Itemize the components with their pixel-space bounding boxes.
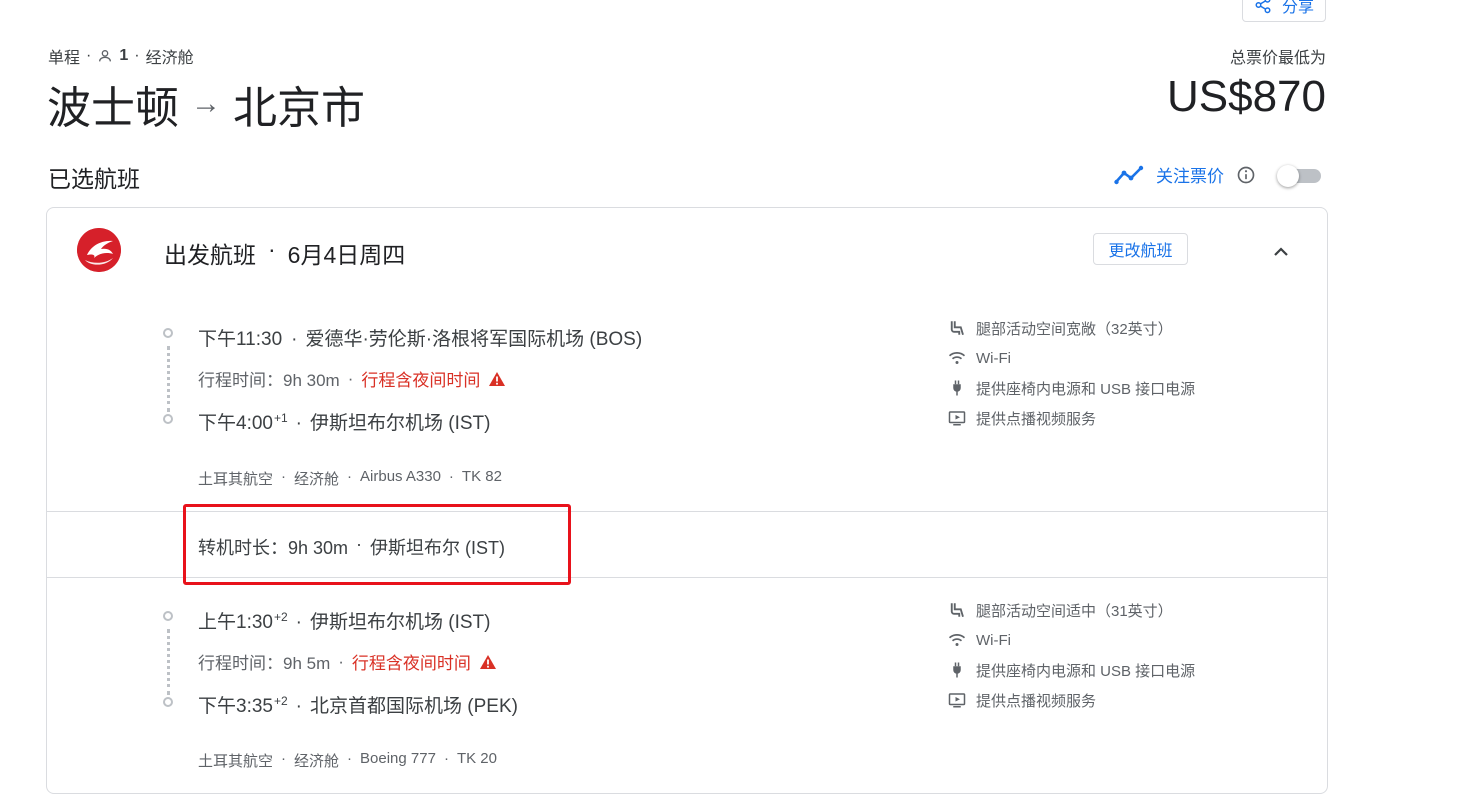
flight-details: 土耳其航空 · 经济舱 · Airbus A330 · TK 82 [198, 468, 502, 488]
amenity-power: 提供座椅内电源和 USB 接口电源 [948, 373, 1195, 403]
arrival-airport: 北京首都国际机场 (PEK) [310, 696, 518, 717]
timeline-dots [167, 346, 172, 412]
amenity-video: 提供点播视频服务 [948, 685, 1195, 715]
video-icon [948, 691, 966, 709]
arrival-airport: 伊斯坦布尔机场 (IST) [310, 413, 491, 434]
flight-number: TK 20 [456, 750, 497, 767]
warning-icon [479, 654, 497, 670]
cabin: 经济舱 [294, 471, 340, 488]
power-icon [948, 661, 966, 679]
passenger-count: 1 [119, 47, 129, 64]
flight-number: TK 82 [461, 468, 502, 485]
legroom-icon [948, 601, 966, 619]
trip-type: 单程 [48, 50, 81, 67]
departure-airport: 爱德华·劳伦斯·洛根将军国际机场 (BOS) [305, 329, 643, 350]
toggle-knob [1277, 165, 1299, 187]
wifi-icon [948, 349, 966, 367]
amenity-legroom: 腿部活动空间适中（31英寸） [948, 595, 1195, 625]
overnight-warning: 行程含夜间时间 [361, 371, 481, 390]
chevron-up-icon[interactable] [1269, 240, 1293, 264]
video-icon [948, 409, 966, 427]
track-prices-toggle[interactable] [1277, 165, 1323, 187]
route-title: 波士顿 → 北京市 [47, 72, 365, 136]
arrival-time: 下午3:35+2 [198, 693, 288, 717]
departure-airport: 伊斯坦布尔机场 (IST) [310, 612, 491, 633]
warning-icon [488, 371, 506, 387]
departure-time: 上午1:30+2 [198, 609, 288, 633]
share-label: 分享 [1281, 0, 1314, 16]
flight-details: 土耳其航空 · 经济舱 · Boeing 777 · TK 20 [198, 750, 497, 770]
amenity-legroom: 腿部活动空间宽敞（32英寸） [948, 313, 1195, 343]
departure-header: 出发航班 · 6月4日周四 [164, 236, 406, 268]
arrow-right-icon: → [191, 87, 221, 120]
airline: 土耳其航空 [198, 471, 274, 488]
price-label: 总票价最低为 [1229, 50, 1326, 67]
amenity-wifi: Wi-Fi [948, 625, 1195, 655]
track-prices[interactable]: 关注票价 [1114, 162, 1256, 187]
share-icon [1254, 0, 1272, 14]
travel-duration: 行程时间：9h 30m · 行程含夜间时间 [198, 366, 506, 391]
arrival-time: 下午4:00+1 [198, 410, 288, 434]
total-price: US$870 [1166, 72, 1326, 121]
timeline-dots [167, 629, 172, 695]
departure-title: 出发航班 [164, 242, 256, 268]
amenity-video: 提供点播视频服务 [948, 403, 1195, 433]
wifi-icon [948, 631, 966, 649]
cabin-class: 经济舱 [145, 50, 194, 67]
departure-dot [163, 328, 173, 338]
layover-highlight-annotation [183, 504, 571, 585]
arrival-dot [163, 697, 173, 707]
aircraft: Airbus A330 [360, 468, 441, 485]
trip-meta: 单程 · 1 · 经济舱 [48, 44, 194, 68]
power-icon [948, 379, 966, 397]
amenities-list: 腿部活动空间适中（31英寸） Wi-Fi 提供座椅内电源和 USB 接口电源 提… [948, 595, 1195, 715]
arrival-stop: 下午4:00+1 · 伊斯坦布尔机场 (IST) [198, 408, 491, 435]
overnight-warning: 行程含夜间时间 [351, 654, 471, 673]
arrival-stop: 下午3:35+2 · 北京首都国际机场 (PEK) [198, 691, 518, 718]
origin-city: 波士顿 [47, 84, 179, 133]
departure-dot [163, 611, 173, 621]
departure-date: 6月4日周四 [287, 242, 406, 268]
departure-stop: 下午11:30 · 爱德华·劳伦斯·洛根将军国际机场 (BOS) [198, 324, 642, 351]
share-button[interactable]: 分享 [1242, 0, 1326, 22]
destination-city: 北京市 [233, 84, 365, 133]
cabin: 经济舱 [294, 753, 340, 770]
trend-chart-icon [1114, 165, 1144, 185]
info-icon[interactable] [1236, 165, 1256, 185]
departure-stop: 上午1:30+2 · 伊斯坦布尔机场 (IST) [198, 607, 491, 634]
person-icon [97, 48, 113, 64]
section-title: 已选航班 [48, 166, 140, 192]
legroom-icon [948, 319, 966, 337]
amenities-list: 腿部活动空间宽敞（32英寸） Wi-Fi 提供座椅内电源和 USB 接口电源 提… [948, 313, 1195, 433]
amenity-wifi: Wi-Fi [948, 343, 1195, 373]
departure-flight-card: 出发航班 · 6月4日周四 更改航班 下午11:30 · 爱德华·劳伦斯·洛根将… [46, 207, 1328, 794]
aircraft: Boeing 777 [360, 750, 436, 767]
airline: 土耳其航空 [198, 753, 274, 770]
arrival-dot [163, 414, 173, 424]
travel-duration: 行程时间：9h 5m · 行程含夜间时间 [198, 649, 497, 674]
amenity-power: 提供座椅内电源和 USB 接口电源 [948, 655, 1195, 685]
track-prices-label: 关注票价 [1156, 167, 1224, 186]
departure-time: 下午11:30 [198, 329, 283, 350]
turkish-airlines-logo-icon [77, 228, 121, 272]
change-flight-button[interactable]: 更改航班 [1093, 233, 1188, 265]
